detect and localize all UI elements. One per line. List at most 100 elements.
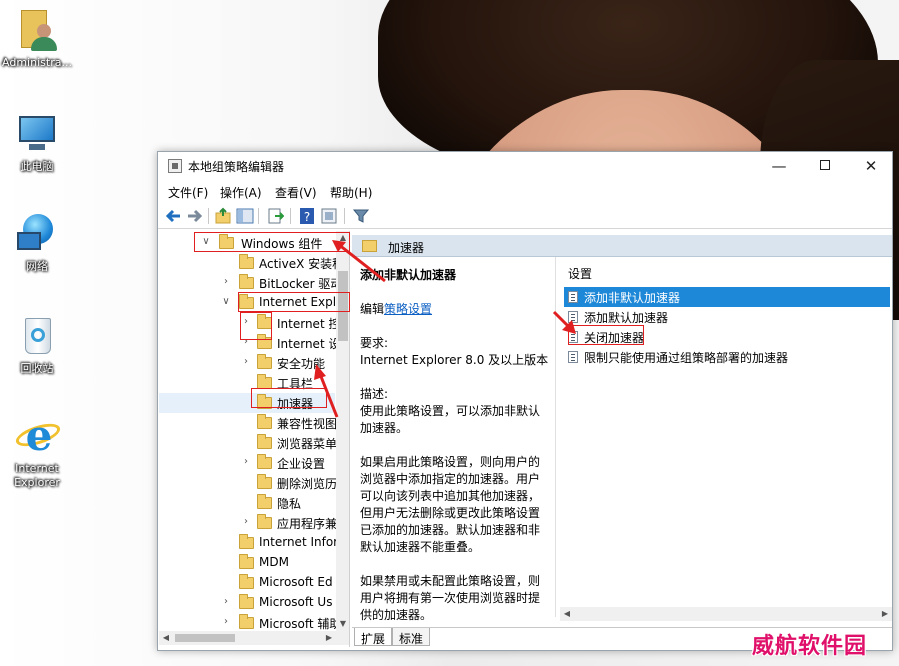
title-bar[interactable]: 本地组策略编辑器 — ✕ bbox=[158, 152, 892, 180]
expander-icon[interactable]: › bbox=[221, 596, 231, 607]
tree-item-mdm[interactable]: MDM bbox=[159, 553, 335, 573]
maximize-icon bbox=[820, 160, 830, 170]
expander-icon[interactable]: › bbox=[241, 516, 251, 527]
tree-item-enterprise-settings[interactable]: › 企业设置 bbox=[159, 453, 335, 473]
filter-icon[interactable] bbox=[352, 207, 370, 225]
menu-file[interactable]: 文件(F) bbox=[168, 184, 208, 201]
expander-icon[interactable]: › bbox=[241, 356, 251, 367]
internet-explorer-icon: e bbox=[13, 414, 63, 458]
folder-icon bbox=[239, 274, 254, 289]
up-folder-icon[interactable] bbox=[214, 207, 232, 225]
expander-icon[interactable]: › bbox=[221, 616, 231, 627]
desktop-icon-label: Internet Explorer bbox=[14, 462, 60, 489]
requirements-text: Internet Explorer 8.0 及以上版本 bbox=[360, 353, 549, 367]
setting-row[interactable]: 限制只能使用通过组策略部署的加速器 bbox=[564, 347, 890, 367]
annotation-box-subitems bbox=[240, 312, 272, 340]
tab-standard[interactable]: 标准 bbox=[392, 628, 431, 646]
tree-item-label: 隐私 bbox=[277, 497, 302, 511]
export-list-icon[interactable] bbox=[266, 207, 284, 225]
show-hide-tree-icon[interactable] bbox=[236, 207, 254, 225]
tree-item-label: MDM bbox=[259, 555, 289, 569]
scroll-thumb[interactable] bbox=[175, 634, 235, 642]
pane-header-title: 加速器 bbox=[388, 241, 425, 255]
description-block: 描述: 使用此策略设置，可以添加非默认加速器。 bbox=[360, 386, 550, 437]
annotation-arrow-icon bbox=[314, 364, 339, 418]
description-text: 使用此策略设置，可以添加非默认加速器。 bbox=[360, 404, 541, 435]
scroll-down-icon[interactable]: ▼ bbox=[336, 617, 349, 631]
description-label: 描述: bbox=[360, 387, 389, 401]
desktop-icon-label: 此电脑 bbox=[20, 160, 54, 173]
expander-icon[interactable]: › bbox=[241, 456, 251, 467]
folder-icon bbox=[257, 494, 272, 509]
folder-icon bbox=[257, 414, 272, 429]
setting-label: 添加非默认加速器 bbox=[584, 291, 681, 305]
tree-item-bitlocker[interactable]: › BitLocker 驱动 bbox=[159, 273, 342, 293]
folder-icon bbox=[239, 554, 254, 569]
annotation-box-windows-components bbox=[194, 232, 350, 252]
edit-prefix: 编辑 bbox=[360, 302, 385, 316]
desktop-icon-network[interactable]: 网络 bbox=[0, 212, 74, 274]
tree-item-microsoft-edge[interactable]: Microsoft Ed bbox=[159, 573, 335, 593]
list-horizontal-scrollbar[interactable]: ◀ ▶ bbox=[560, 607, 892, 621]
tree-item-activex[interactable]: ActiveX 安装程 bbox=[159, 253, 344, 273]
toolbar-separator bbox=[208, 208, 209, 224]
column-header-setting[interactable]: 设置 bbox=[568, 265, 592, 282]
requirements: 要求: Internet Explorer 8.0 及以上版本 bbox=[360, 335, 550, 369]
annotation-arrow-icon bbox=[332, 240, 386, 283]
disabled-text: 如果禁用或未配置此策略设置，则用户将拥有第一次使用浏览器时提供的加速器。 bbox=[360, 574, 541, 622]
expander-icon[interactable]: ∨ bbox=[221, 296, 231, 307]
maximize-button[interactable] bbox=[802, 152, 848, 180]
enabled-text: 如果启用此策略设置，则向用户的浏览器中添加指定的加速器。用户可以向该列表中追加其… bbox=[360, 455, 541, 554]
menu-view[interactable]: 查看(V) bbox=[275, 184, 317, 201]
folder-icon bbox=[257, 514, 272, 529]
tree-item-internet-information[interactable]: Internet Infor bbox=[159, 533, 338, 553]
minimize-button[interactable]: — bbox=[756, 152, 802, 180]
tree-item-label: 删除浏览历 bbox=[277, 477, 338, 491]
edit-policy-line: 编辑策略设置 bbox=[360, 301, 550, 318]
expander-icon[interactable]: › bbox=[221, 276, 231, 287]
edit-policy-link[interactable]: 策略设置 bbox=[384, 302, 432, 316]
setting-row[interactable]: 添加默认加速器 bbox=[564, 307, 890, 327]
help-icon[interactable]: ? bbox=[298, 207, 316, 225]
tree-item-delete-history[interactable]: 删除浏览历 bbox=[159, 473, 338, 493]
tree-horizontal-scrollbar[interactable]: ◀ ▶ bbox=[159, 631, 349, 645]
tree-item-compatibility-view[interactable]: 兼容性视图 bbox=[159, 413, 337, 433]
scroll-right-icon[interactable]: ▶ bbox=[878, 607, 892, 621]
scroll-left-icon[interactable]: ◀ bbox=[560, 607, 574, 621]
menu-help[interactable]: 帮助(H) bbox=[330, 184, 372, 201]
properties-icon[interactable] bbox=[320, 207, 338, 225]
toolbar-separator bbox=[258, 208, 259, 224]
network-icon bbox=[15, 212, 59, 256]
user-folder-icon bbox=[15, 8, 59, 52]
toolbar-separator bbox=[290, 208, 291, 224]
tree-item-security-features[interactable]: › 安全功能 bbox=[159, 353, 335, 373]
setting-label: 添加默认加速器 bbox=[584, 311, 669, 325]
menu-action[interactable]: 操作(A) bbox=[220, 184, 262, 201]
pane-header: 加速器 bbox=[352, 235, 892, 257]
tab-extended[interactable]: 扩展 bbox=[354, 628, 393, 646]
desktop-icon-internet-explorer[interactable]: e Internet Explorer bbox=[0, 414, 74, 490]
back-arrow-icon[interactable] bbox=[164, 207, 182, 225]
setting-row[interactable]: 添加非默认加速器 bbox=[564, 287, 890, 307]
forward-arrow-icon[interactable] bbox=[186, 207, 204, 225]
tree-item-microsoft-user[interactable]: › Microsoft Us bbox=[159, 593, 335, 613]
folder-icon bbox=[257, 354, 272, 369]
annotation-box-internet-explorer bbox=[238, 292, 350, 312]
folder-icon bbox=[239, 594, 254, 609]
tree-item-browser-menus[interactable]: 浏览器菜单 bbox=[159, 433, 337, 453]
desktop-icon-label: 回收站 bbox=[20, 362, 54, 375]
desktop-icon-this-pc[interactable]: 此电脑 bbox=[0, 112, 74, 174]
tree-vertical-scrollbar[interactable]: ▲ ▼ bbox=[336, 231, 349, 631]
scroll-left-icon[interactable]: ◀ bbox=[159, 631, 173, 645]
tree-item-microsoft-accessibility[interactable]: › Microsoft 辅助 bbox=[159, 613, 341, 633]
desktop-icon-recycle-bin[interactable]: 回收站 bbox=[0, 314, 74, 376]
folder-icon bbox=[239, 534, 254, 549]
tree-item-label: 企业设置 bbox=[277, 457, 326, 471]
tree-item-label: Internet 设 bbox=[277, 337, 341, 351]
close-button[interactable]: ✕ bbox=[848, 152, 894, 180]
tree-item-app-compatibility[interactable]: › 应用程序兼 bbox=[159, 513, 337, 533]
policy-setting-icon bbox=[568, 351, 578, 363]
scroll-right-icon[interactable]: ▶ bbox=[322, 631, 336, 645]
desktop-icon-administrator[interactable]: Administra... bbox=[0, 8, 74, 70]
tree-item-privacy[interactable]: 隐私 bbox=[159, 493, 335, 513]
